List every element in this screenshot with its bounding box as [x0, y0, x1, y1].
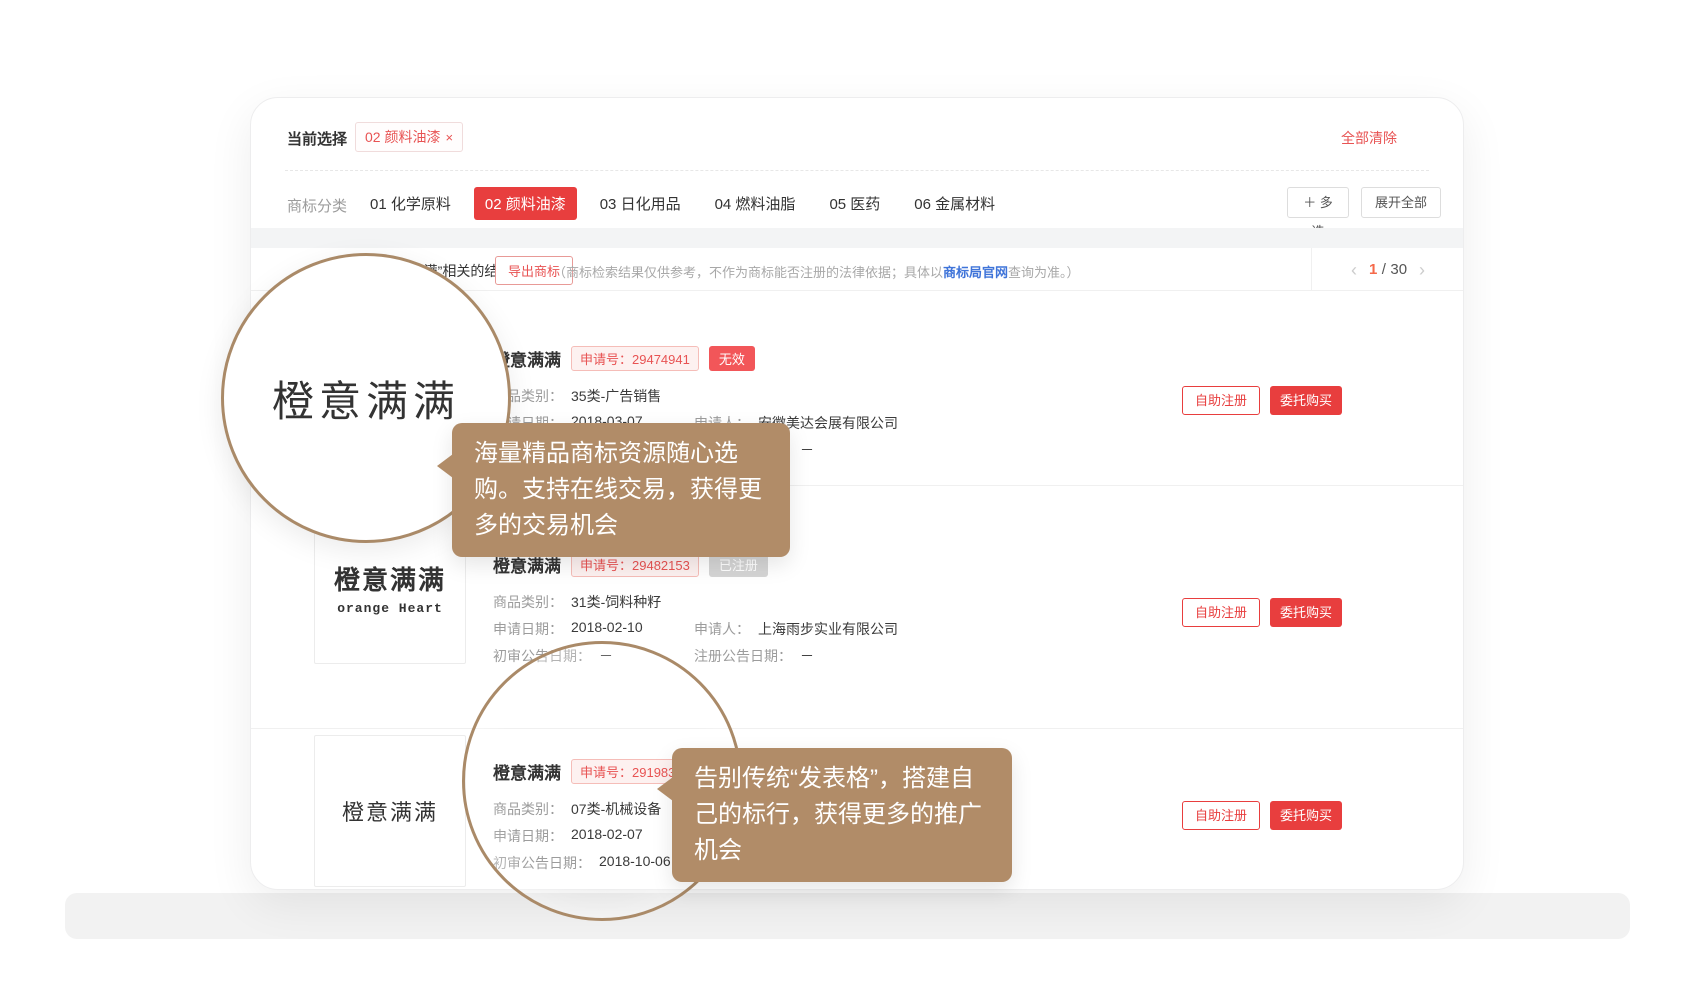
- tag-close-icon[interactable]: ×: [445, 130, 453, 145]
- application-number-tag: 申请号：29474941: [571, 346, 699, 371]
- category-field-value: 31类-饲料种籽: [571, 592, 661, 612]
- reg-notice-label: 注册公告日期：: [694, 646, 792, 666]
- tab-03-daily-chemical[interactable]: 03 日化用品: [589, 187, 692, 220]
- expand-all-button[interactable]: 展开全部: [1361, 187, 1441, 218]
- tab-04-fuel[interactable]: 04 燃料油脂: [704, 187, 807, 220]
- tooltip-text: 告别传统“发表格”，搭建自己的标行，获得更多的推广机会: [694, 765, 982, 864]
- trademark-office-link[interactable]: 商标局官网: [943, 265, 1008, 280]
- callout-tooltip-2: 告别传统“发表格”，搭建自己的标行，获得更多的推广机会: [672, 748, 1012, 882]
- total-pages: 30: [1390, 261, 1407, 278]
- trademark-image-text: 橙意满满: [334, 560, 446, 597]
- multi-select-button[interactable]: ＋ 多选: [1287, 187, 1349, 218]
- tab-02-paint[interactable]: 02 颜料油漆: [474, 187, 577, 220]
- next-page-icon[interactable]: ›: [1419, 261, 1425, 279]
- apply-date-value: 2018-02-10: [571, 619, 643, 639]
- prev-page-icon[interactable]: ‹: [1351, 261, 1357, 279]
- category-tabs: 01 化学原料 02 颜料油漆 03 日化用品 04 燃料油脂 05 医药 06…: [359, 187, 1006, 220]
- category-label: 商标分类: [287, 195, 347, 216]
- entrust-buy-button[interactable]: 委托购买: [1270, 598, 1342, 627]
- dashed-separator: [285, 170, 1429, 171]
- status-badge-invalid: 无效: [709, 346, 755, 371]
- trademark-image-3: 橙意满满: [314, 735, 466, 887]
- tooltip-text: 海量精品商标资源随心选购。支持在线交易，获得更多的交易机会: [474, 440, 762, 539]
- apply-date-label: 申请日期：: [493, 826, 563, 846]
- page: 当前选择 02 颜料油漆 × 全部清除 商标分类 01 化学原料 02 颜料油漆 …: [0, 0, 1696, 1002]
- initial-notice-value: 2018-10-06: [599, 853, 671, 873]
- apply-date-value: 2018-02-07: [571, 826, 643, 846]
- tab-05-medicine[interactable]: 05 医药: [818, 187, 891, 220]
- reg-notice-value: －: [800, 440, 814, 460]
- laptop-base-bar: [65, 893, 1630, 939]
- magnified-trademark-text: 橙意满满: [272, 368, 460, 429]
- selected-filter-tag[interactable]: 02 颜料油漆 ×: [355, 122, 463, 152]
- self-register-button[interactable]: 自助注册: [1182, 801, 1260, 830]
- apply-date-label: 申请日期：: [493, 619, 563, 639]
- tooltip-arrow-icon: [437, 454, 453, 478]
- trademark-image-subtext: orange Heart: [337, 601, 443, 616]
- section-divider-band: [251, 228, 1463, 248]
- applicant-label: 申请人：: [694, 619, 750, 639]
- tab-06-metal[interactable]: 06 金属材料: [903, 187, 1006, 220]
- page-separator: /: [1382, 261, 1386, 278]
- callout-tooltip-1: 海量精品商标资源随心选购。支持在线交易，获得更多的交易机会: [452, 423, 790, 557]
- entrust-buy-button[interactable]: 委托购买: [1270, 386, 1342, 415]
- disclaimer-text: （商标检索结果仅供参考，不作为商标能否注册的法律依据；具体以商标局官网查询为准。…: [553, 262, 1080, 281]
- category-field-value: 07类-机械设备: [571, 799, 661, 819]
- tab-01-chemical[interactable]: 01 化学原料: [359, 187, 462, 220]
- reg-notice-value: －: [800, 646, 814, 666]
- self-register-button[interactable]: 自助注册: [1182, 386, 1260, 415]
- initial-notice-label: 初审公告日期：: [493, 646, 591, 666]
- trademark-name: 橙意满满: [493, 759, 561, 784]
- applicant-value: 上海雨步实业有限公司: [758, 619, 898, 639]
- disclaimer-post: 查询为准。）: [1008, 265, 1080, 280]
- category-field-label: 商品类别：: [493, 799, 563, 819]
- category-field-value: 35类-广告销售: [571, 386, 661, 406]
- self-register-button[interactable]: 自助注册: [1182, 598, 1260, 627]
- selected-filter-tag-text: 02 颜料油漆: [365, 129, 440, 145]
- initial-notice-label: 初审公告日期：: [493, 853, 591, 873]
- initial-notice-value: －: [599, 646, 613, 666]
- current-selection-label: 当前选择: [287, 128, 347, 149]
- trademark-image-text: 橙意满满: [342, 795, 438, 827]
- clear-all-link[interactable]: 全部清除: [1341, 128, 1397, 148]
- entrust-buy-button[interactable]: 委托购买: [1270, 801, 1342, 830]
- disclaimer-pre: （商标检索结果仅供参考，不作为商标能否注册的法律依据；具体以: [553, 265, 943, 280]
- pagination: ‹ 1 / 30 ›: [1311, 248, 1464, 291]
- tooltip-arrow-icon: [657, 777, 673, 801]
- category-field-label: 商品类别：: [493, 592, 563, 612]
- current-page: 1: [1369, 261, 1377, 278]
